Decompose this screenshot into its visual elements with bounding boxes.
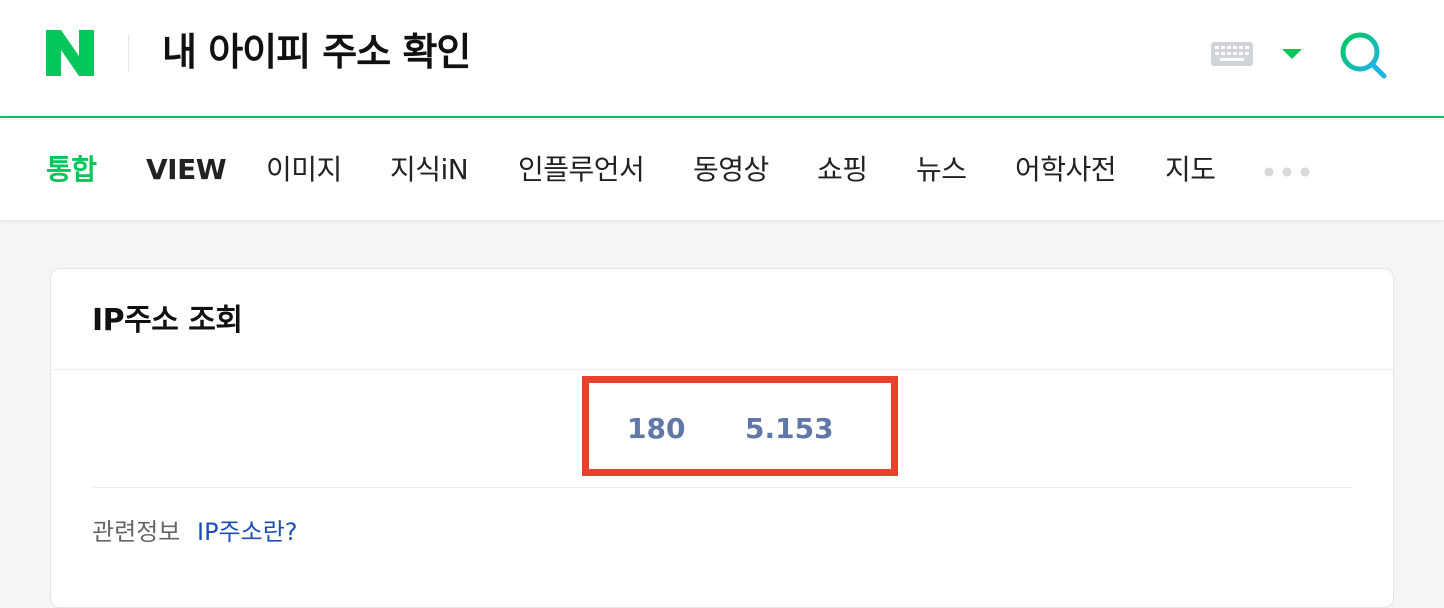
tab-knowledge-in[interactable]: 지식iN: [390, 150, 469, 190]
card-title: IP주소 조회: [92, 303, 243, 338]
caret-down-icon[interactable]: [1280, 46, 1304, 60]
card-inner-divider: [92, 487, 1352, 488]
search-query-input[interactable]: 내 아이피 주소 확인: [162, 26, 471, 78]
tab-view[interactable]: VIEW: [146, 150, 227, 190]
card-divider: [51, 369, 1393, 370]
ip-address-help-link[interactable]: IP주소란?: [197, 515, 298, 549]
tab-images[interactable]: 이미지: [266, 150, 342, 190]
ip-lookup-card: IP주소 조회 180 5.153 관련정보 IP주소란?: [50, 268, 1394, 608]
search-icon: [1340, 32, 1387, 79]
ip-address-part: 180: [627, 412, 686, 445]
naver-logo[interactable]: [46, 30, 94, 76]
more-dots-icon[interactable]: [1262, 164, 1312, 178]
tab-integrated[interactable]: 통합: [46, 150, 97, 190]
tab-video[interactable]: 동영상: [693, 150, 769, 190]
search-button[interactable]: [1338, 30, 1390, 80]
tab-news[interactable]: 뉴스: [916, 150, 967, 190]
keyboard-icon[interactable]: [1210, 41, 1254, 67]
search-tabs: 통합 VIEW 이미지 지식iN 인플루언서 동영상 쇼핑 뉴스 어학사전 지도: [0, 120, 1444, 220]
tab-dictionary[interactable]: 어학사전: [1015, 150, 1117, 190]
tab-shopping[interactable]: 쇼핑: [817, 150, 868, 190]
header-divider: [128, 34, 129, 72]
tab-map[interactable]: 지도: [1165, 150, 1216, 190]
ip-address-part: 5.153: [745, 412, 834, 445]
related-info-label: 관련정보: [92, 518, 181, 546]
tab-influencer[interactable]: 인플루언서: [518, 150, 645, 190]
search-header: 내 아이피 주소 확인: [0, 0, 1444, 118]
